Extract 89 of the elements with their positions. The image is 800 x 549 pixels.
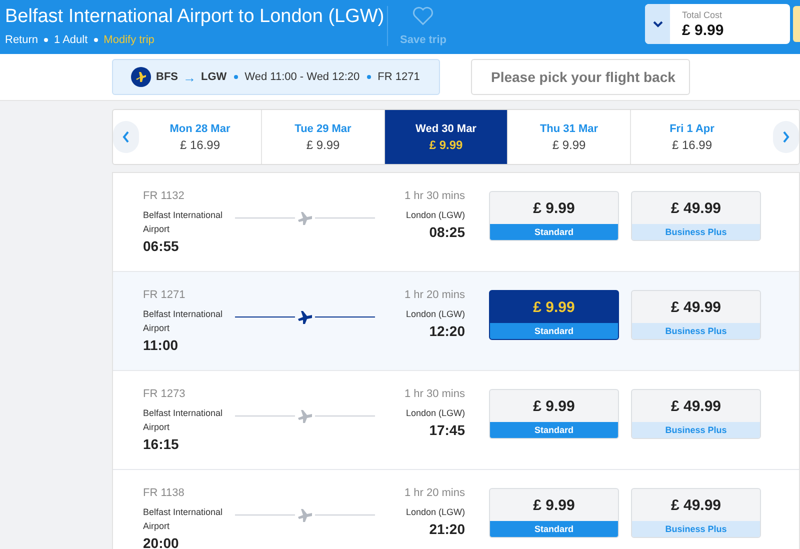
departure-airport: Belfast International Airport	[143, 209, 224, 236]
fare-type-label: Business Plus	[632, 224, 760, 240]
arrival-time: 17:45	[429, 422, 465, 438]
chevron-left-icon	[122, 131, 130, 143]
separator-dot-icon	[44, 38, 48, 42]
date-tab[interactable]: Fri 1 Apr £ 16.99	[631, 110, 753, 164]
route-title: Belfast International Airport to London (LGW)	[5, 5, 386, 29]
next-button[interactable]	[773, 121, 799, 153]
separator-dot-icon	[366, 75, 371, 79]
date-price: £ 9.99	[306, 138, 340, 152]
return-flight-field[interactable]: Please pick your flight back	[471, 59, 690, 95]
flight-row[interactable]: FR 1132 Belfast International Airport 06:55 1 hr 30 mins London (LGW) 08:25 £ 9.99 Standard £ 49.99 Business Plus	[113, 173, 799, 272]
fare-button[interactable]: £ 9.99 Standard	[489, 191, 619, 241]
date-price: £ 9.99	[552, 138, 586, 152]
chevron-down-icon	[652, 20, 662, 28]
fare-button[interactable]: £ 49.99 Business Plus	[631, 488, 761, 538]
fare-price: £ 9.99	[532, 298, 576, 318]
flight-times: Wed 11:00 - Wed 12:20	[244, 71, 360, 83]
date-tab[interactable]: Thu 31 Mar £ 9.99	[508, 110, 631, 164]
flight-duration: 1 hr 20 mins	[404, 289, 465, 301]
separator-dot-icon	[94, 38, 98, 42]
departure-airport: Belfast International Airport	[143, 308, 224, 335]
trip-type: Return	[5, 34, 38, 46]
fare-type-label: Standard	[490, 521, 618, 537]
date-label: Wed 30 Mar	[416, 122, 476, 134]
total-cost-value: £ 9.99	[682, 22, 724, 39]
fare-button[interactable]: £ 9.99 Standard	[489, 488, 619, 538]
arrival-airport: London (LGW)	[406, 308, 465, 321]
departure-time: 20:00	[143, 535, 180, 549]
origin-code: BFS	[156, 71, 178, 83]
arrival-airport: London (LGW)	[406, 506, 465, 519]
expand-button[interactable]	[645, 4, 670, 44]
fare-price: £ 9.99	[532, 496, 576, 516]
destination-code: LGW	[201, 71, 227, 83]
flight-row[interactable]: FR 1273 Belfast International Airport 16:15 1 hr 30 mins London (LGW) 17:45 £ 9.99 Standard £ 49.99 Business Plus	[113, 371, 799, 470]
fare-price: £ 49.99	[670, 298, 722, 318]
fare-type-label: Business Plus	[632, 521, 760, 537]
fare-button[interactable]: £ 49.99 Business Plus	[631, 290, 761, 340]
departure-airport: Belfast International Airport	[143, 407, 224, 434]
date-label: Tue 29 Mar	[294, 122, 352, 134]
arrival-airport: London (LGW)	[406, 407, 465, 420]
date-price: £ 16.99	[672, 138, 712, 152]
flight-number: FR 1138	[143, 487, 186, 499]
passenger-count: 1 Adult	[54, 34, 88, 46]
date-label: Mon 28 Mar	[170, 122, 230, 134]
fare-button[interactable]: £ 49.99 Business Plus	[631, 191, 761, 241]
route-arrow: →	[183, 70, 196, 84]
date-label: Thu 31 Mar	[540, 122, 598, 134]
fare-price: £ 49.99	[670, 396, 722, 416]
date-label: Fri 1 Apr	[670, 122, 714, 134]
flight-number: FR 1271	[143, 289, 186, 301]
fare-type-label: Business Plus	[632, 422, 760, 438]
flight-duration: 1 hr 20 mins	[404, 487, 465, 499]
flight-number: FR 1132	[143, 190, 186, 202]
departure-time: 06:55	[143, 238, 180, 254]
departure-time: 16:15	[143, 436, 180, 452]
heart-icon	[412, 6, 434, 26]
arrival-time: 08:25	[429, 224, 465, 240]
date-tab[interactable]: Mon 28 Mar £ 16.99	[139, 110, 262, 164]
fare-price: £ 49.99	[670, 198, 722, 218]
departure-airport: Belfast International Airport	[143, 506, 224, 533]
chevron-right-icon	[782, 131, 790, 143]
fare-type-label: Standard	[490, 323, 618, 339]
fare-type-label: Standard	[490, 422, 618, 438]
arrival-time: 12:20	[429, 323, 465, 339]
flight-duration: 1 hr 30 mins	[404, 190, 465, 202]
flight-row[interactable]: FR 1138 Belfast International Airport 20:00 1 hr 20 mins London (LGW) 21:20 £ 9.99 Standard £ 49.99 Business Plus	[113, 470, 799, 549]
fare-button[interactable]: £ 9.99 Standard	[489, 389, 619, 439]
flight-row[interactable]: FR 1271 Belfast International Airport 11:00 1 hr 20 mins London (LGW) 12:20 £ 9.99 Standard £ 49.99 Business Plus	[113, 272, 799, 371]
arrival-airport: London (LGW)	[406, 209, 465, 222]
plane-icon	[131, 67, 151, 87]
previous-button[interactable]	[113, 121, 139, 153]
fare-price: £ 49.99	[670, 496, 722, 516]
flight-number: FR 1271	[378, 71, 420, 83]
fare-button[interactable]: £ 9.99 Standard	[489, 290, 619, 340]
total-cost-label: Total Cost	[682, 10, 724, 20]
date-tab[interactable]: Wed 30 Mar £ 9.99	[385, 110, 508, 164]
date-price: £ 16.99	[180, 138, 220, 152]
flight-duration: 1 hr 30 mins	[404, 388, 465, 400]
departure-time: 11:00	[143, 337, 180, 353]
separator-dot-icon	[234, 75, 238, 79]
arrival-time: 21:20	[429, 521, 465, 537]
flight-number: FR 1273	[143, 388, 186, 400]
fare-price: £ 9.99	[532, 396, 576, 416]
fare-button[interactable]: £ 49.99 Business Plus	[631, 389, 761, 439]
date-price: £ 9.99	[429, 138, 463, 152]
fare-type-label: Standard	[490, 224, 618, 240]
fare-type-label: Business Plus	[632, 323, 760, 339]
fare-price: £ 9.99	[532, 198, 576, 218]
